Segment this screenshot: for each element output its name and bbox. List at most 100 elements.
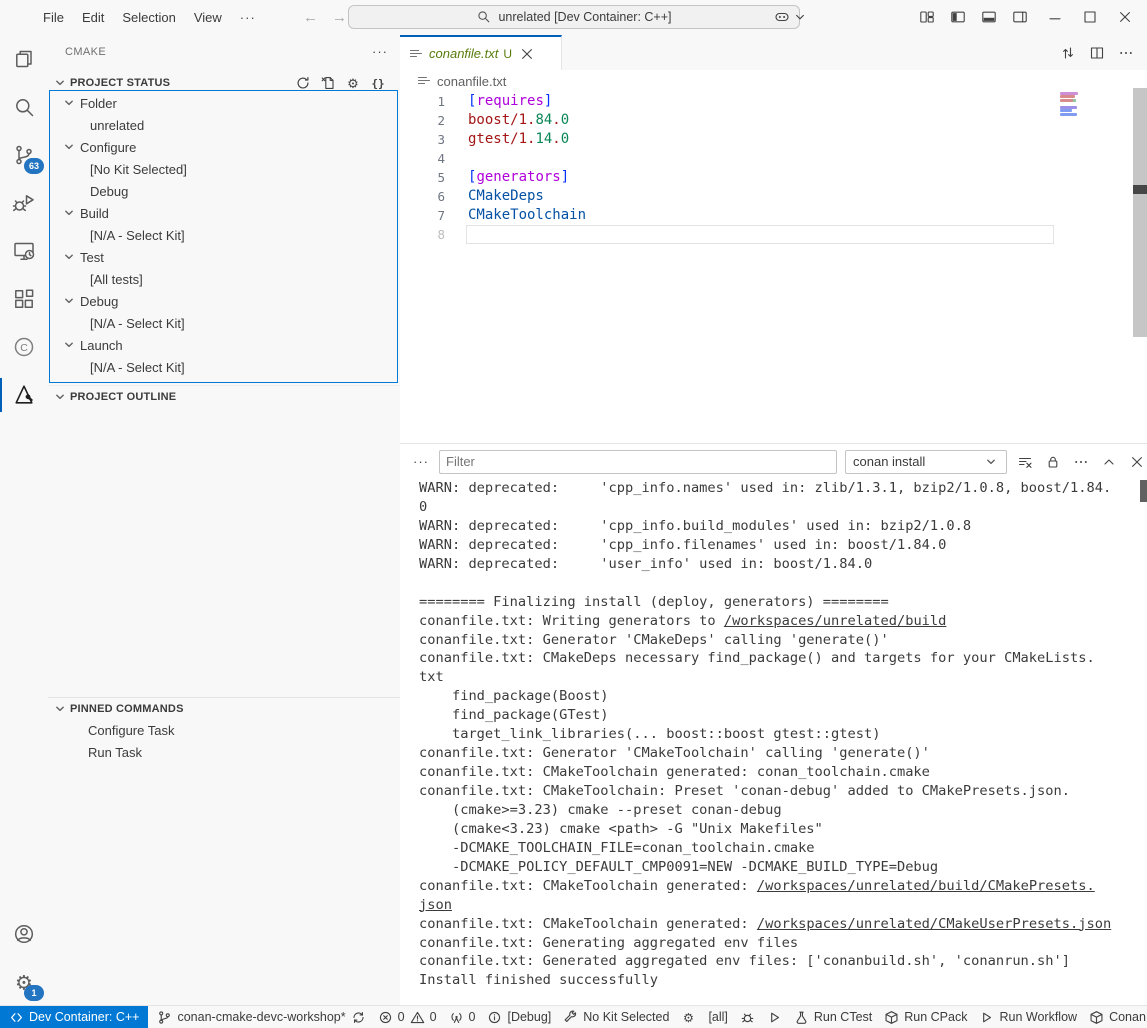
tree-item-n-a-select-kit[interactable]: [N/A - Select Kit] (48, 356, 397, 378)
txt-file-icon (416, 73, 432, 89)
status-problems[interactable]: 00 (372, 1006, 443, 1028)
back-button[interactable]: ← (303, 9, 318, 26)
maximize-button[interactable] (1082, 9, 1098, 25)
copilot-menu[interactable] (774, 9, 808, 25)
tree-item-configure[interactable]: Configure (48, 136, 397, 158)
filter-input[interactable] (439, 450, 837, 474)
minimap[interactable] (1060, 92, 1080, 116)
code-line-1[interactable]: 1[requires] (400, 92, 1147, 111)
tree-item-launch[interactable]: Launch (48, 334, 397, 356)
panel-tabs-overflow-button[interactable]: ··· (413, 454, 429, 469)
close-tab-icon[interactable] (519, 46, 535, 62)
scrollbar-thumb[interactable] (1133, 185, 1147, 194)
braces-icon[interactable]: {} (370, 75, 386, 91)
tree-item-n-a-select-kit[interactable]: [N/A - Select Kit] (48, 224, 397, 246)
tree-item-build[interactable]: Build (48, 202, 397, 224)
status-remote-indicator[interactable]: Dev Container: C++ (0, 1006, 148, 1028)
activity-explorer[interactable] (0, 35, 48, 83)
output-link[interactable]: /workspaces/unrelated/CMakeUserPresets.j… (757, 916, 1111, 932)
tree-item-no-kit-selected[interactable]: [No Kit Selected] (48, 158, 397, 180)
more-actions-icon[interactable] (1073, 454, 1089, 470)
status-run-cpack[interactable]: Run CPack (878, 1006, 973, 1028)
code-line-2[interactable]: 2boost/1.84.0 (400, 111, 1147, 130)
breadcrumb[interactable]: conanfile.txt (400, 70, 1147, 92)
activity-search[interactable] (0, 83, 48, 131)
customize-layout-button[interactable] (919, 9, 935, 25)
menu-file[interactable]: File (34, 1, 73, 35)
activity-remote-explorer[interactable] (0, 227, 48, 275)
toggle-primary-sidebar-button[interactable] (950, 9, 966, 25)
tree-item-label: [N/A - Select Kit] (90, 228, 185, 243)
status-conan[interactable]: Conan (1083, 1006, 1147, 1028)
activity-settings[interactable]: ⚙1 (0, 958, 48, 1006)
forward-button[interactable]: → (332, 9, 347, 26)
editor-scrollbar[interactable] (1133, 88, 1147, 337)
status-cmake-build[interactable]: ⚙ (675, 1006, 702, 1028)
code-line-7[interactable]: 7CMakeToolchain (400, 206, 1147, 225)
status-cmake-build-target[interactable]: [all] (702, 1006, 733, 1028)
menu-view[interactable]: View (185, 1, 231, 35)
gear-icon[interactable]: ⚙ (345, 75, 361, 91)
output-text: conanfile.txt: Generated aggregated env … (419, 953, 1070, 969)
open-changes-icon[interactable] (1060, 45, 1076, 61)
code-line-4[interactable]: 4 (400, 149, 1147, 168)
code-line-6[interactable]: 6CMakeDeps (400, 187, 1147, 206)
more-actions-icon[interactable] (1118, 45, 1134, 61)
menu-more-button[interactable]: ··· (231, 10, 265, 25)
delete-cache-reconfigure-icon[interactable] (320, 75, 336, 91)
tab-conanfile[interactable]: conanfile.txt U (400, 35, 562, 70)
code-editor[interactable]: 1[requires]2boost/1.84.03gtest/1.14.045[… (400, 92, 1147, 252)
output-link[interactable]: /workspaces/unrelated/build (724, 613, 947, 629)
activity-c-extension[interactable]: C (0, 323, 48, 371)
output-link[interactable]: /workspaces/unrelated/build/CMakePresets… (757, 878, 1095, 894)
status-run-ctest[interactable]: Run CTest (788, 1006, 878, 1028)
section-pinned-commands[interactable]: PINNED COMMANDS (48, 697, 400, 720)
output-channel-select[interactable]: conan install (845, 450, 1007, 474)
status-cmake-kit[interactable]: No Kit Selected (557, 1006, 675, 1028)
status-cmake-variant[interactable]: [Debug] (481, 1006, 557, 1028)
sidebar-more-button[interactable]: ··· (372, 44, 388, 59)
menu-selection[interactable]: Selection (113, 1, 184, 35)
activity-source-control[interactable]: 63 (0, 131, 48, 179)
code-line-5[interactable]: 5[generators] (400, 168, 1147, 187)
command-center-text: unrelated [Dev Container: C++] (498, 10, 671, 24)
code-line-3[interactable]: 3gtest/1.14.0 (400, 130, 1147, 149)
refresh-icon[interactable] (295, 75, 311, 91)
lock-autoscroll-icon[interactable] (1045, 454, 1061, 470)
menu-edit[interactable]: Edit (73, 1, 113, 35)
toggle-secondary-sidebar-button[interactable] (1012, 9, 1028, 25)
activity-accounts[interactable] (0, 910, 48, 958)
command-center[interactable]: unrelated [Dev Container: C++] (348, 5, 800, 29)
tree-item-unrelated[interactable]: unrelated (48, 114, 397, 136)
tree-item-n-a-select-kit[interactable]: [N/A - Select Kit] (48, 312, 397, 334)
tree-item-test[interactable]: Test (48, 246, 397, 268)
tree-item-all-tests[interactable]: [All tests] (48, 268, 397, 290)
status-git-branch[interactable]: conan-cmake-devc-workshop* (151, 1006, 371, 1028)
section-project-outline[interactable]: PROJECT OUTLINE (48, 385, 400, 408)
output-link[interactable]: json (419, 897, 452, 913)
tree-item-debug[interactable]: Debug (48, 180, 397, 202)
output-text: target_link_libraries(... boost::boost g… (419, 726, 880, 742)
tree-item-folder[interactable]: Folder (48, 92, 397, 114)
minimize-button[interactable] (1047, 9, 1063, 25)
status-run-workflow[interactable]: Run Workflow (973, 1006, 1083, 1028)
status-forwarded-ports[interactable]: 0 (443, 1006, 482, 1028)
activity-extensions[interactable] (0, 275, 48, 323)
code-line-8[interactable]: 8 (400, 225, 1147, 244)
toggle-panel-button[interactable] (981, 9, 997, 25)
tab-git-status: U (503, 47, 512, 61)
pinned-command-run-task[interactable]: Run Task (48, 741, 400, 763)
close-window-button[interactable] (1117, 9, 1133, 25)
pinned-command-configure-task[interactable]: Configure Task (48, 719, 400, 741)
activity-run-debug[interactable] (0, 179, 48, 227)
section-project-status[interactable]: PROJECT STATUS ⚙ {} (48, 72, 400, 94)
split-editor-icon[interactable] (1089, 45, 1105, 61)
panel-scrollbar-thumb[interactable] (1140, 480, 1147, 502)
status-cmake-debug[interactable] (734, 1006, 761, 1028)
clear-output-icon[interactable] (1017, 454, 1033, 470)
tree-item-debug[interactable]: Debug (48, 290, 397, 312)
maximize-panel-icon[interactable] (1101, 454, 1117, 470)
activity-cmake-tools[interactable] (0, 371, 48, 419)
status-cmake-launch[interactable] (761, 1006, 788, 1028)
close-panel-icon[interactable] (1129, 454, 1145, 470)
